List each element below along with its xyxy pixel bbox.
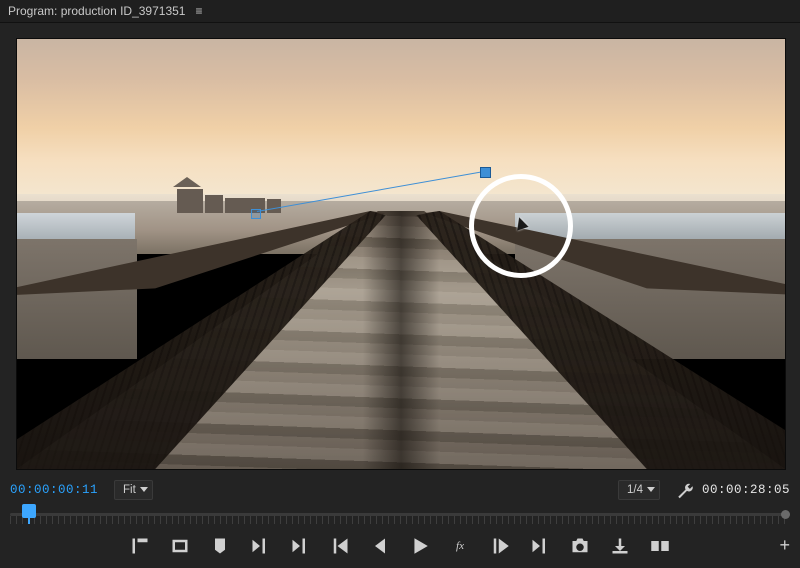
export-frame-button[interactable] [570,536,590,556]
panel-header[interactable]: Program: production ID_3971351 ≡ [0,0,800,23]
status-bar: 00:00:00:11 Fit 1/4 00:00:28:05 [10,478,790,502]
go-to-in-button[interactable] [250,536,270,556]
go-to-out-button[interactable] [290,536,310,556]
program-viewer[interactable] [16,38,786,470]
insert-button[interactable] [610,536,630,556]
program-label: Program: [8,4,57,18]
zoom-level-value: Fit [123,484,136,496]
sequence-name: production ID_3971351 [61,4,186,18]
step-back-button[interactable] [330,536,350,556]
mini-timeline-ruler [10,516,790,524]
zoom-level-select[interactable]: Fit [114,480,153,500]
mark-in-button[interactable] [130,536,150,556]
play-frame-forward-button[interactable] [490,536,510,556]
mini-timeline-playhead[interactable] [22,504,36,518]
settings-wrench-icon[interactable] [676,481,694,499]
mini-timeline[interactable] [10,504,790,526]
current-timecode[interactable]: 00:00:00:11 [10,483,98,497]
chevron-down-icon [647,487,655,492]
step-forward-button[interactable] [530,536,550,556]
program-monitor-panel: Program: production ID_3971351 ≡ [0,0,800,568]
video-boardwalk [17,39,785,469]
button-editor-add-icon[interactable]: + [779,536,790,554]
transport-controls: fx [10,532,790,560]
play-button[interactable] [410,536,430,556]
playback-resolution-value: 1/4 [627,484,643,496]
play-frame-back-button[interactable] [370,536,390,556]
duration-timecode: 00:00:28:05 [702,483,790,497]
fx-effects-button[interactable]: fx [450,536,470,556]
chevron-down-icon [140,487,148,492]
motion-path-keyframe-handle[interactable] [480,167,491,178]
mark-out-button[interactable] [170,536,190,556]
comparison-view-button[interactable] [650,536,670,556]
playback-resolution-select[interactable]: 1/4 [618,480,660,500]
add-marker-button[interactable] [210,536,230,556]
motion-path-start-handle[interactable] [251,209,261,219]
panel-menu-icon[interactable]: ≡ [195,4,202,18]
mini-timeline-end-marker[interactable] [781,510,790,519]
